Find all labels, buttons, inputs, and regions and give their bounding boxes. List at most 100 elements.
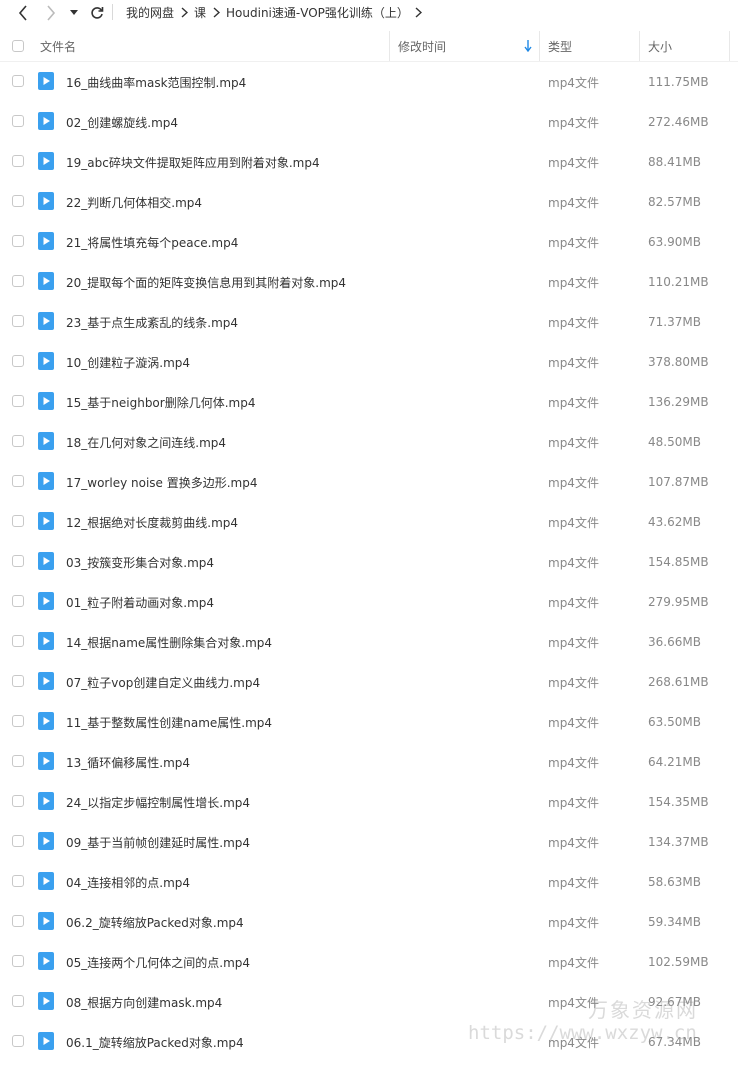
file-name[interactable]: 06.1_旋转缩放Packed对象.mp4 [66,1022,244,1062]
forward-button[interactable] [40,2,62,24]
video-file-icon [38,272,54,290]
file-size: 272.46MB [648,115,709,129]
file-row[interactable]: 05_连接两个几何体之间的点.mp4 mp4文件 102.59MB [0,942,738,982]
file-name[interactable]: 24_以指定步幅控制属性增长.mp4 [66,782,250,822]
column-header-name[interactable]: 文件名 [40,31,76,61]
video-file-icon [38,752,54,770]
row-checkbox[interactable] [12,795,24,807]
file-name[interactable]: 17_worley noise 置换多边形.mp4 [66,462,257,502]
row-checkbox[interactable] [12,315,24,327]
row-checkbox[interactable] [12,275,24,287]
select-all-checkbox[interactable] [12,40,24,52]
row-checkbox[interactable] [12,435,24,447]
file-row[interactable]: 12_根据绝对长度裁剪曲线.mp4 mp4文件 43.62MB [0,502,738,542]
row-checkbox[interactable] [12,395,24,407]
row-checkbox[interactable] [12,995,24,1007]
file-name[interactable]: 10_创建粒子漩涡.mp4 [66,342,190,382]
breadcrumb-item-course[interactable]: 课 [194,4,206,21]
file-row[interactable]: 20_提取每个面的矩阵变换信息用到其附着对象.mp4 mp4文件 110.21MB [0,262,738,302]
file-row[interactable]: 21_将属性填充每个peace.mp4 mp4文件 63.90MB [0,222,738,262]
breadcrumb-item-root[interactable]: 我的网盘 [126,4,174,21]
file-row[interactable]: 22_判断几何体相交.mp4 mp4文件 82.57MB [0,182,738,222]
file-name[interactable]: 15_基于neighbor删除几何体.mp4 [66,382,255,422]
file-name[interactable]: 03_按簇变形集合对象.mp4 [66,542,214,582]
file-row[interactable]: 07_粒子vop创建自定义曲线力.mp4 mp4文件 268.61MB [0,662,738,702]
file-type: mp4文件 [548,915,599,930]
file-row[interactable]: 17_worley noise 置换多边形.mp4 mp4文件 107.87MB [0,462,738,502]
file-row[interactable]: 24_以指定步幅控制属性增长.mp4 mp4文件 154.35MB [0,782,738,822]
file-name[interactable]: 22_判断几何体相交.mp4 [66,182,202,222]
row-checkbox[interactable] [12,555,24,567]
row-checkbox[interactable] [12,875,24,887]
file-row[interactable]: 02_创建螺旋线.mp4 mp4文件 272.46MB [0,102,738,142]
file-name[interactable]: 01_粒子附着动画对象.mp4 [66,582,214,622]
file-row[interactable]: 15_基于neighbor删除几何体.mp4 mp4文件 136.29MB [0,382,738,422]
file-row[interactable]: 10_创建粒子漩涡.mp4 mp4文件 378.80MB [0,342,738,382]
breadcrumb-item-current[interactable]: Houdini速通-VOP强化训练（上） [226,4,409,21]
row-checkbox[interactable] [12,915,24,927]
row-checkbox[interactable] [12,955,24,967]
file-row[interactable]: 08_根据方向创建mask.mp4 mp4文件 92.67MB [0,982,738,1022]
file-name[interactable]: 11_基于整数属性创建name属性.mp4 [66,702,272,742]
row-checkbox[interactable] [12,1035,24,1047]
column-header-modified[interactable]: 修改时间 [398,31,538,61]
file-name[interactable]: 12_根据绝对长度裁剪曲线.mp4 [66,502,238,542]
file-name[interactable]: 19_abc碎块文件提取矩阵应用到附着对象.mp4 [66,142,320,182]
row-checkbox[interactable] [12,475,24,487]
file-name[interactable]: 20_提取每个面的矩阵变换信息用到其附着对象.mp4 [66,262,346,302]
file-size: 134.37MB [648,835,709,849]
file-name[interactable]: 07_粒子vop创建自定义曲线力.mp4 [66,662,260,702]
breadcrumb-expand-button[interactable] [409,6,429,18]
file-name[interactable]: 06.2_旋转缩放Packed对象.mp4 [66,902,244,942]
back-button[interactable] [12,2,34,24]
file-row[interactable]: 11_基于整数属性创建name属性.mp4 mp4文件 63.50MB [0,702,738,742]
row-checkbox[interactable] [12,715,24,727]
row-checkbox[interactable] [12,755,24,767]
file-name[interactable]: 05_连接两个几何体之间的点.mp4 [66,942,250,982]
row-checkbox[interactable] [12,155,24,167]
refresh-button[interactable] [86,2,108,24]
file-name[interactable]: 21_将属性填充每个peace.mp4 [66,222,238,262]
row-checkbox[interactable] [12,515,24,527]
file-size: 48.50MB [648,435,701,449]
file-row[interactable]: 06.2_旋转缩放Packed对象.mp4 mp4文件 59.34MB [0,902,738,942]
file-row[interactable]: 18_在几何对象之间连线.mp4 mp4文件 48.50MB [0,422,738,462]
file-name[interactable]: 04_连接相邻的点.mp4 [66,862,190,902]
row-checkbox[interactable] [12,835,24,847]
row-checkbox[interactable] [12,75,24,87]
file-name[interactable]: 08_根据方向创建mask.mp4 [66,982,222,1022]
file-row[interactable]: 16_曲线曲率mask范围控制.mp4 mp4文件 111.75MB [0,62,738,102]
row-checkbox[interactable] [12,195,24,207]
row-checkbox[interactable] [12,355,24,367]
column-divider[interactable] [639,31,640,61]
file-row[interactable]: 06.1_旋转缩放Packed对象.mp4 mp4文件 67.34MB [0,1022,738,1062]
file-name[interactable]: 16_曲线曲率mask范围控制.mp4 [66,62,246,102]
row-checkbox[interactable] [12,595,24,607]
file-name[interactable]: 13_循环偏移属性.mp4 [66,742,190,782]
file-row[interactable]: 13_循环偏移属性.mp4 mp4文件 64.21MB [0,742,738,782]
history-dropdown-button[interactable] [66,2,82,24]
column-header-size[interactable]: 大小 [648,31,672,61]
column-divider[interactable] [539,31,540,61]
column-divider[interactable] [729,31,730,61]
file-row[interactable]: 23_基于点生成紊乱的线条.mp4 mp4文件 71.37MB [0,302,738,342]
file-name[interactable]: 23_基于点生成紊乱的线条.mp4 [66,302,238,342]
row-checkbox[interactable] [12,235,24,247]
file-row[interactable]: 14_根据name属性删除集合对象.mp4 mp4文件 36.66MB [0,622,738,662]
file-row[interactable]: 03_按簇变形集合对象.mp4 mp4文件 154.85MB [0,542,738,582]
file-name[interactable]: 14_根据name属性删除集合对象.mp4 [66,622,272,662]
file-name[interactable]: 09_基于当前帧创建延时属性.mp4 [66,822,250,862]
column-divider[interactable] [389,31,390,61]
file-type: mp4文件 [548,515,599,530]
file-name[interactable]: 18_在几何对象之间连线.mp4 [66,422,226,462]
column-header-type[interactable]: 类型 [548,31,572,61]
file-type: mp4文件 [548,435,599,450]
row-checkbox[interactable] [12,115,24,127]
file-row[interactable]: 01_粒子附着动画对象.mp4 mp4文件 279.95MB [0,582,738,622]
row-checkbox[interactable] [12,635,24,647]
file-row[interactable]: 04_连接相邻的点.mp4 mp4文件 58.63MB [0,862,738,902]
file-row[interactable]: 19_abc碎块文件提取矩阵应用到附着对象.mp4 mp4文件 88.41MB [0,142,738,182]
file-name[interactable]: 02_创建螺旋线.mp4 [66,102,178,142]
row-checkbox[interactable] [12,675,24,687]
file-row[interactable]: 09_基于当前帧创建延时属性.mp4 mp4文件 134.37MB [0,822,738,862]
